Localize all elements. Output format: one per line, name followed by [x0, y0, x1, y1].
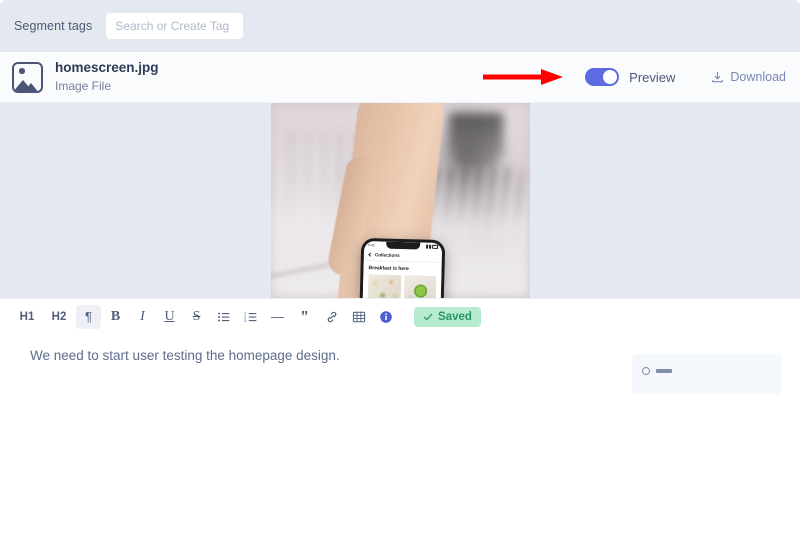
- info-button[interactable]: [373, 305, 398, 329]
- secondary-panel-icon: [642, 367, 650, 375]
- preview-toggle[interactable]: [585, 68, 620, 86]
- heading-2-button[interactable]: H2: [44, 305, 74, 329]
- wifi-icon: [428, 245, 431, 249]
- image-file-icon-mountain-small: [23, 82, 39, 91]
- phone-status-time: 9:41: [367, 243, 375, 248]
- phone-nav-title: Collections: [374, 252, 400, 258]
- file-type: Image File: [55, 78, 112, 93]
- strikethrough-button[interactable]: S: [184, 305, 209, 329]
- bold-button[interactable]: B: [103, 305, 128, 329]
- download-button[interactable]: Download: [711, 70, 786, 84]
- phone-card-image: [402, 275, 436, 298]
- photo-smartphone: 9:41 Collections Breakfast is here: [356, 237, 445, 298]
- file-meta: homescreen.jpg Image File: [55, 60, 159, 94]
- underline-button[interactable]: U: [157, 305, 182, 329]
- secondary-panel-label: [656, 369, 672, 373]
- heading-1-button[interactable]: H1: [12, 305, 42, 329]
- status-badge: Saved: [414, 306, 481, 327]
- back-chevron-icon: [367, 252, 373, 257]
- file-header-actions: Preview Download: [483, 68, 786, 86]
- note-editor-app: Segment tags homescreen.jpg Image File P…: [0, 0, 800, 558]
- editor-toolbar: H1 H2 ¶ B I U S 1 2 3 — ” Saved: [0, 298, 800, 334]
- file-header-bar: homescreen.jpg Image File Preview Downlo…: [0, 52, 800, 103]
- blockquote-button[interactable]: ”: [292, 305, 317, 329]
- numbered-list-button[interactable]: 1 2 3: [238, 305, 263, 329]
- phone-notch: [385, 241, 420, 250]
- svg-text:3: 3: [244, 318, 247, 323]
- battery-icon: [431, 245, 438, 249]
- image-preview-canvas: 9:41 Collections Breakfast is here: [0, 103, 800, 298]
- phone-card: A Vegan's Guide To London: Where To E...: [367, 274, 401, 298]
- download-icon: [712, 71, 724, 82]
- numbered-list-icon: 1 2 3: [244, 310, 256, 323]
- table-button[interactable]: [346, 305, 371, 329]
- preview-photo: 9:41 Collections Breakfast is here: [270, 103, 530, 298]
- paragraph-button[interactable]: ¶: [76, 304, 101, 329]
- link-icon: [327, 311, 336, 322]
- image-file-icon: [12, 61, 43, 93]
- photo-lamp: [448, 113, 503, 169]
- status-badge-label: Saved: [438, 310, 472, 323]
- link-button[interactable]: [319, 305, 344, 329]
- phone-content: Breakfast is here A Vegan's Guide To Lon…: [359, 261, 442, 298]
- note-body[interactable]: We need to start user testing the homepa…: [0, 334, 800, 558]
- preview-toggle-knob: [603, 70, 618, 84]
- signal-icon: [426, 245, 428, 249]
- secondary-panel[interactable]: [632, 354, 782, 394]
- phone-section-title: Breakfast is here: [367, 265, 409, 273]
- bullet-list-icon: [217, 312, 229, 321]
- table-icon: [352, 311, 365, 322]
- phone-status-icons: [426, 245, 438, 249]
- segment-tags-label: Segment tags: [14, 19, 93, 33]
- check-icon: [423, 313, 433, 320]
- annotation-arrow-icon: [483, 69, 564, 85]
- tag-search-input[interactable]: [106, 13, 244, 39]
- italic-button[interactable]: I: [130, 305, 155, 329]
- file-name: homescreen.jpg: [55, 60, 159, 76]
- phone-card-image: [367, 274, 401, 298]
- phone-card-grid: A Vegan's Guide To London: Where To E...…: [367, 274, 436, 298]
- image-file-icon-sun: [19, 68, 25, 74]
- horizontal-rule-button[interactable]: —: [265, 305, 290, 329]
- bullet-list-button[interactable]: [211, 305, 236, 329]
- info-icon: [379, 310, 392, 323]
- download-label: Download: [730, 70, 786, 84]
- phone-screen: 9:41 Collections Breakfast is here: [359, 241, 442, 298]
- preview-label: Preview: [629, 69, 676, 85]
- phone-card: Best Coffeeshop Orders In Singapore: [402, 275, 436, 298]
- segment-tags-bar: Segment tags: [0, 0, 800, 52]
